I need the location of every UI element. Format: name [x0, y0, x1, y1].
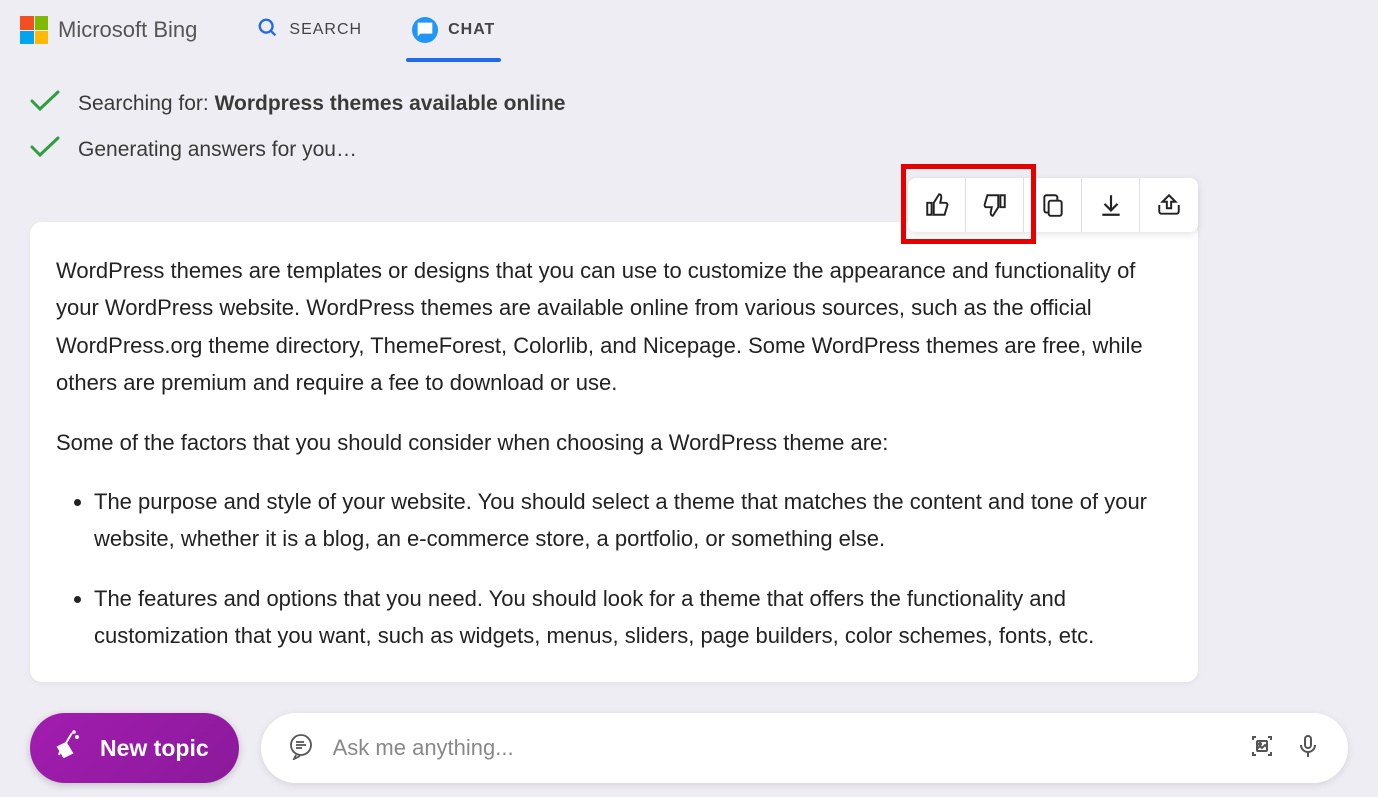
- dislike-button[interactable]: [966, 178, 1024, 232]
- logo[interactable]: Microsoft Bing: [20, 16, 197, 44]
- tab-search[interactable]: SEARCH: [257, 0, 362, 62]
- tab-chat[interactable]: CHAT: [412, 0, 495, 62]
- status-generating: Generating answers for you…: [30, 136, 1348, 164]
- header: Microsoft Bing SEARCH CHAT: [0, 0, 1378, 60]
- tab-chat-label: CHAT: [448, 21, 495, 39]
- chat-bubble-icon: [287, 732, 315, 765]
- like-button[interactable]: [908, 178, 966, 232]
- answer-toolbar: [908, 178, 1198, 232]
- answer-bullet: The purpose and style of your website. Y…: [94, 483, 1172, 558]
- check-icon: [30, 90, 60, 118]
- chat-input-bar: [261, 713, 1348, 783]
- share-button[interactable]: [1140, 178, 1198, 232]
- answer-card: WordPress themes are templates or design…: [30, 222, 1198, 682]
- status-searching: Searching for: Wordpress themes availabl…: [30, 90, 1348, 118]
- status-text: Searching for: Wordpress themes availabl…: [78, 92, 565, 116]
- answer-paragraph: WordPress themes are templates or design…: [56, 252, 1172, 402]
- answer-bullet: The features and options that you need. …: [94, 580, 1172, 655]
- download-button[interactable]: [1082, 178, 1140, 232]
- bottom-bar: New topic: [30, 713, 1348, 783]
- chat-icon: [412, 17, 438, 43]
- tab-search-label: SEARCH: [289, 21, 362, 39]
- new-topic-label: New topic: [100, 735, 209, 762]
- answer-paragraph: Some of the factors that you should cons…: [56, 424, 1172, 461]
- copy-button[interactable]: [1024, 178, 1082, 232]
- new-topic-button[interactable]: New topic: [30, 713, 239, 783]
- image-search-icon[interactable]: [1248, 732, 1276, 765]
- check-icon: [30, 136, 60, 164]
- status-text: Generating answers for you…: [78, 138, 357, 162]
- status-area: Searching for: Wordpress themes availabl…: [0, 60, 1378, 192]
- logo-text: Microsoft Bing: [58, 17, 197, 43]
- chat-input[interactable]: [333, 735, 1230, 761]
- microsoft-logo-icon: [20, 16, 48, 44]
- nav-tabs: SEARCH CHAT: [257, 0, 495, 62]
- microphone-icon[interactable]: [1294, 732, 1322, 765]
- search-icon: [257, 17, 279, 44]
- answer-list: The purpose and style of your website. Y…: [56, 483, 1172, 655]
- broom-icon: [52, 729, 84, 767]
